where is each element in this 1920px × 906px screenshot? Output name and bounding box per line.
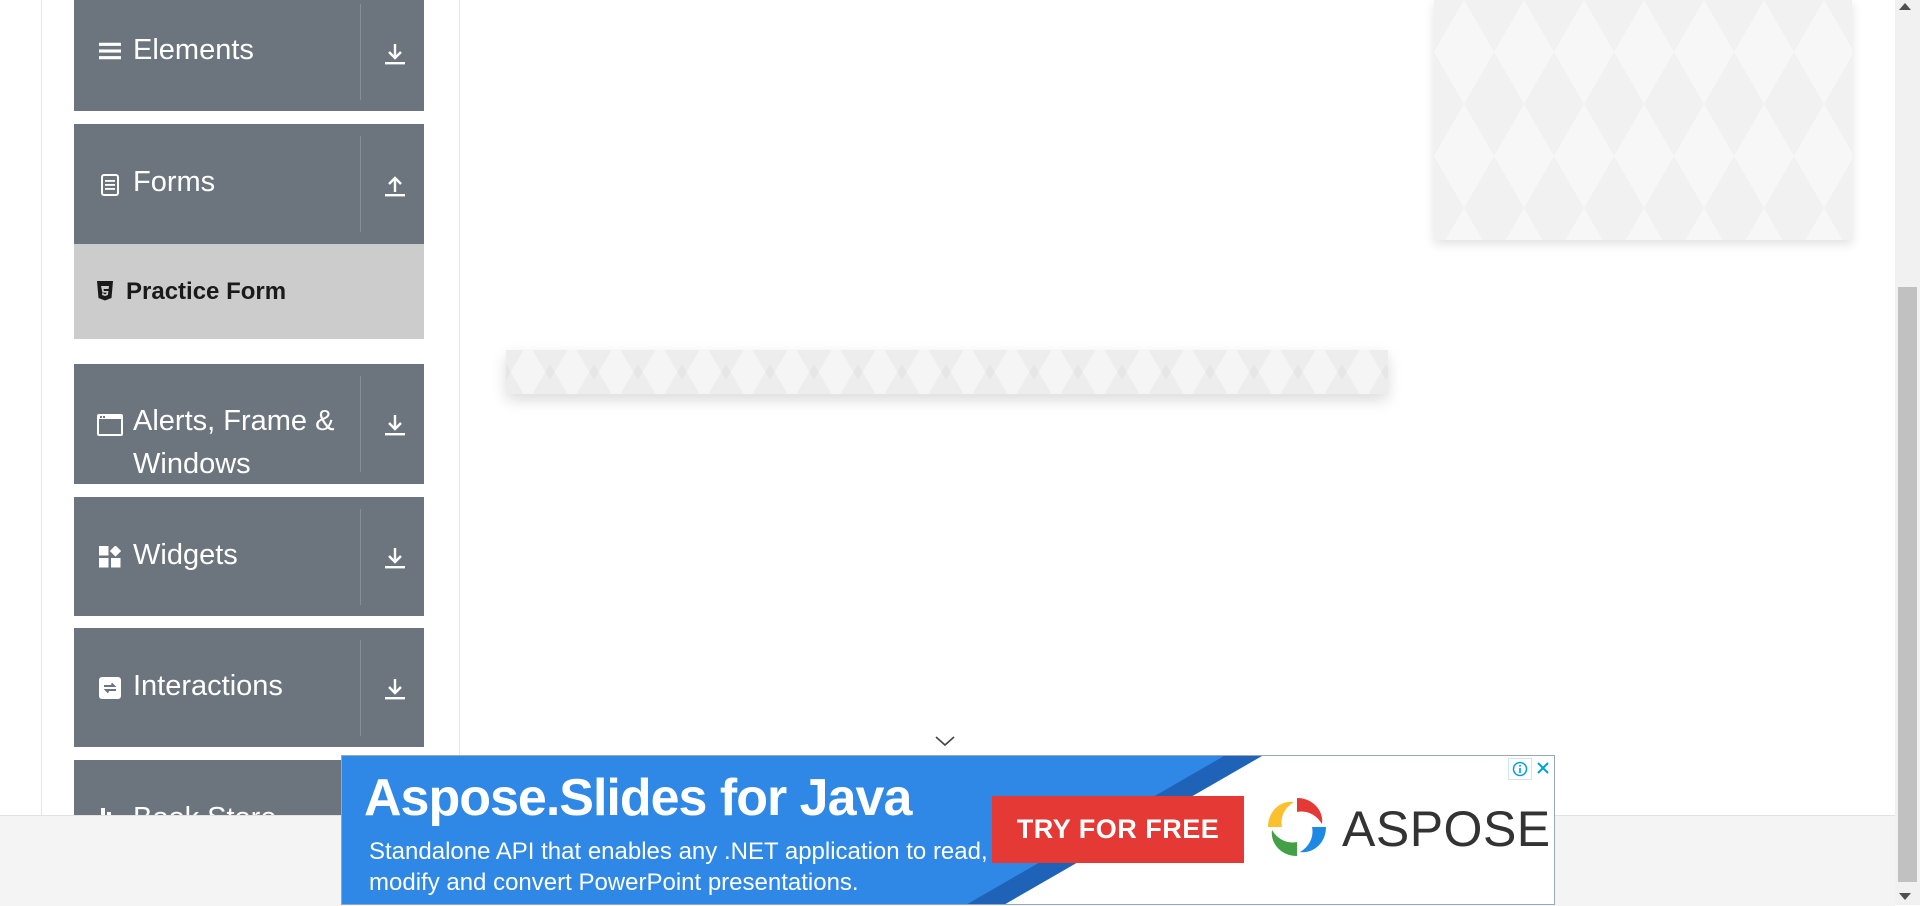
- sidebar-group-label: Book Store: [133, 797, 276, 815]
- chevron-down-icon[interactable]: [934, 734, 956, 748]
- info-icon[interactable]: [1508, 758, 1532, 780]
- window-icon: [97, 414, 123, 436]
- download-arrow-icon[interactable]: [384, 546, 406, 570]
- hamburger-icon: [99, 40, 121, 62]
- interactions-icon: [99, 677, 121, 699]
- group-divider: [360, 640, 361, 736]
- sidebar-group-elements[interactable]: Elements: [74, 0, 424, 111]
- ad-brand-name: ASPOSE: [1342, 801, 1551, 857]
- download-arrow-icon[interactable]: [384, 413, 406, 437]
- ad-description: Standalone API that enables any .NET app…: [369, 838, 1052, 896]
- scroll-up-arrow-icon[interactable]: [1899, 3, 1911, 10]
- download-arrow-icon[interactable]: [384, 677, 406, 701]
- close-icon[interactable]: [1532, 758, 1554, 778]
- ad-title: Aspose.Slides for Java: [364, 769, 912, 827]
- advertisement-banner[interactable]: Aspose.Slides for Java Standalone API th…: [341, 755, 1555, 905]
- sidebar-group-interactions[interactable]: Interactions: [74, 628, 424, 747]
- sidebar-group-label: Forms: [133, 166, 216, 198]
- scroll-down-arrow-icon[interactable]: [1899, 893, 1911, 900]
- sidebar-group-label: Elements: [133, 34, 254, 66]
- group-divider: [360, 509, 361, 605]
- book-icon: [99, 808, 121, 815]
- upload-arrow-icon[interactable]: [384, 174, 406, 198]
- decorative-pattern-card: [1434, 0, 1852, 240]
- download-arrow-icon[interactable]: [384, 42, 406, 66]
- scrollbar-thumb[interactable]: [1898, 287, 1917, 882]
- sidebar-group-label: Interactions: [133, 670, 283, 702]
- decorative-pattern-banner: [506, 350, 1388, 394]
- sidebar-group-label: Widgets: [133, 539, 238, 571]
- group-divider: [360, 376, 361, 472]
- widgets-icon: [99, 546, 121, 568]
- sidebar-group-widgets[interactable]: Widgets: [74, 497, 424, 616]
- html5-icon: [96, 281, 114, 301]
- menu-item-practice-form[interactable]: Practice Form: [74, 244, 424, 339]
- try-for-free-button[interactable]: TRY FOR FREE: [992, 796, 1244, 863]
- sidebar-group-forms[interactable]: Forms: [74, 124, 424, 244]
- sidebar-group-label: Alerts, Frame & Windows: [133, 405, 335, 480]
- content-divider: [459, 0, 460, 815]
- aspose-logo-icon: [1264, 794, 1330, 860]
- group-divider: [360, 136, 361, 232]
- group-divider: [360, 4, 361, 100]
- sidebar-left-border: [41, 0, 42, 815]
- sidebar-group-alerts-frame-windows[interactable]: Alerts, Frame & Windows: [74, 364, 424, 484]
- document-list-icon: [99, 174, 121, 196]
- menu-item-label: Practice Form: [126, 278, 287, 305]
